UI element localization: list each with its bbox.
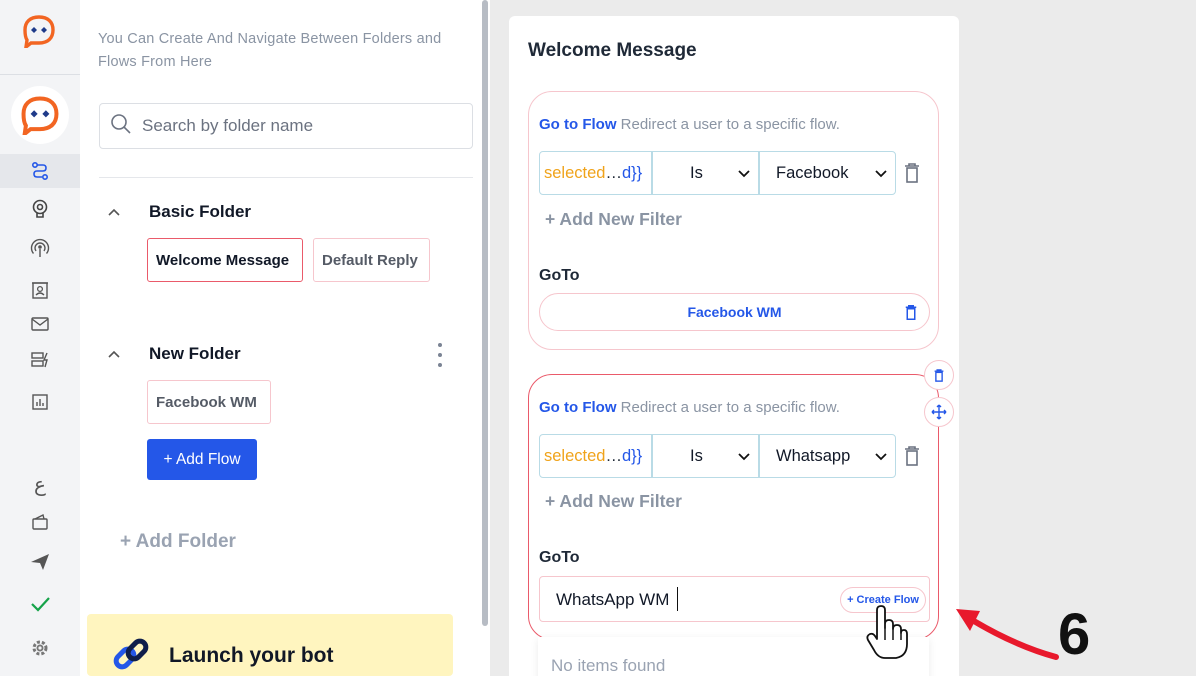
launch-bot-label: Launch your bot <box>169 644 334 667</box>
more-options-icon[interactable] <box>434 343 446 367</box>
no-items-message: No items found <box>551 656 666 675</box>
step-action: Go to Flow <box>539 116 617 133</box>
contacts-icon[interactable] <box>26 278 54 302</box>
bot-avatar[interactable] <box>11 86 69 144</box>
filter-variable[interactable]: selected… d}} <box>539 151 652 195</box>
folders-panel: You Can Create And Navigate Between Fold… <box>80 0 490 676</box>
folder-header-basic[interactable]: Basic Folder <box>104 202 251 222</box>
filter-var-ellipsis: … <box>605 163 622 182</box>
wallet-icon[interactable] <box>26 510 54 534</box>
filter-value: Facebook <box>776 163 849 182</box>
rail-divider <box>0 74 80 75</box>
add-new-filter-button[interactable]: + Add New Filter <box>545 209 682 230</box>
folders-hint: You Can Create And Navigate Between Fold… <box>98 31 442 70</box>
icon-sidebar: ع <box>0 0 80 676</box>
flow-title: Welcome Message <box>528 40 697 61</box>
folders-scrollbar-thumb[interactable] <box>482 0 488 626</box>
filter-operator-value: Is <box>690 446 703 465</box>
filter-var-ellipsis: … <box>605 446 622 465</box>
flow-chip-default-reply[interactable]: Default Reply <box>313 238 430 282</box>
automation-icon[interactable] <box>26 348 54 372</box>
filter-operator-value: Is <box>690 163 703 182</box>
add-flow-button[interactable]: + Add Flow <box>147 439 257 480</box>
goto-flow-name: Facebook WM <box>687 304 782 320</box>
filter-value-select[interactable]: Facebook <box>759 151 896 195</box>
check-icon[interactable] <box>26 592 54 616</box>
step-number-annotation: 6 <box>1058 602 1091 667</box>
trash-icon[interactable] <box>924 360 954 390</box>
trash-icon[interactable] <box>903 446 921 466</box>
goto-flow-selected[interactable]: Facebook WM <box>539 293 930 331</box>
goto-input-value: WhatsApp WM <box>556 590 670 609</box>
search-icon <box>110 113 132 140</box>
chevron-up-icon[interactable] <box>104 202 124 222</box>
hand-pointer-icon <box>866 604 908 665</box>
link-icon <box>109 634 153 676</box>
add-new-filter-button[interactable]: + Add New Filter <box>545 491 682 512</box>
flow-chip-welcome-message[interactable]: Welcome Message <box>147 238 303 282</box>
flow-icon[interactable] <box>0 154 80 188</box>
filter-var-name: selected <box>544 446 606 465</box>
chevron-up-icon[interactable] <box>104 344 124 364</box>
step-action: Go to Flow <box>539 399 617 416</box>
trash-icon[interactable] <box>903 163 921 183</box>
chevron-down-icon <box>875 164 887 183</box>
chevron-down-icon <box>875 447 887 466</box>
mail-icon[interactable] <box>26 312 54 336</box>
app-logo-icon[interactable] <box>22 14 56 52</box>
filter-row: selected… d}} Is Facebook <box>539 151 896 195</box>
divider <box>99 177 473 178</box>
search-input[interactable] <box>142 116 442 136</box>
filter-value: Whatsapp <box>776 446 851 465</box>
bot-icon[interactable] <box>26 196 54 220</box>
filter-var-name: selected <box>544 163 606 182</box>
settings-icon[interactable] <box>26 636 54 660</box>
goto-step-1[interactable]: Go to Flow Redirect a user to a specific… <box>528 91 939 350</box>
chevron-down-icon <box>738 447 750 466</box>
folder-header-new[interactable]: New Folder <box>104 344 241 364</box>
folder-name: Basic Folder <box>149 202 252 221</box>
flow-chip-facebook-wm[interactable]: Facebook WM <box>147 380 271 424</box>
filter-row: selected… d}} Is Whatsapp <box>539 434 896 478</box>
filter-operator-select[interactable]: Is <box>652 434 759 478</box>
step-description: Go to Flow Redirect a user to a specific… <box>539 116 840 133</box>
analytics-icon[interactable] <box>26 390 54 414</box>
step-action-desc: Redirect a user to a specific flow. <box>620 116 840 133</box>
text-caret <box>677 587 678 611</box>
goto-step-2[interactable]: Go to Flow Redirect a user to a specific… <box>528 374 939 640</box>
goto-label: GoTo <box>539 549 580 566</box>
step-description: Go to Flow Redirect a user to a specific… <box>539 399 840 416</box>
filter-variable[interactable]: selected… d}} <box>539 434 652 478</box>
folder-search[interactable] <box>99 103 473 149</box>
annotation-arrow <box>952 603 1062 668</box>
folder-name: New Folder <box>149 344 241 363</box>
filter-var-suffix: d}} <box>621 446 643 465</box>
filter-operator-select[interactable]: Is <box>652 151 759 195</box>
step-action-desc: Redirect a user to a specific flow. <box>620 399 840 416</box>
send-icon[interactable] <box>26 550 54 574</box>
goto-label: GoTo <box>539 267 580 284</box>
launch-bot-banner[interactable]: Launch your bot <box>87 614 453 676</box>
broadcast-icon[interactable] <box>26 236 54 260</box>
flow-editor-card: Welcome Message Go to Flow Redirect a us… <box>509 16 959 676</box>
add-folder-button[interactable]: + Add Folder <box>120 531 236 553</box>
filter-value-select[interactable]: Whatsapp <box>759 434 896 478</box>
arabic-language-icon[interactable]: ع <box>26 472 54 496</box>
chevron-down-icon <box>738 164 750 183</box>
move-icon[interactable] <box>924 397 954 427</box>
filter-var-suffix: d}} <box>621 163 643 182</box>
trash-icon[interactable] <box>905 305 917 323</box>
